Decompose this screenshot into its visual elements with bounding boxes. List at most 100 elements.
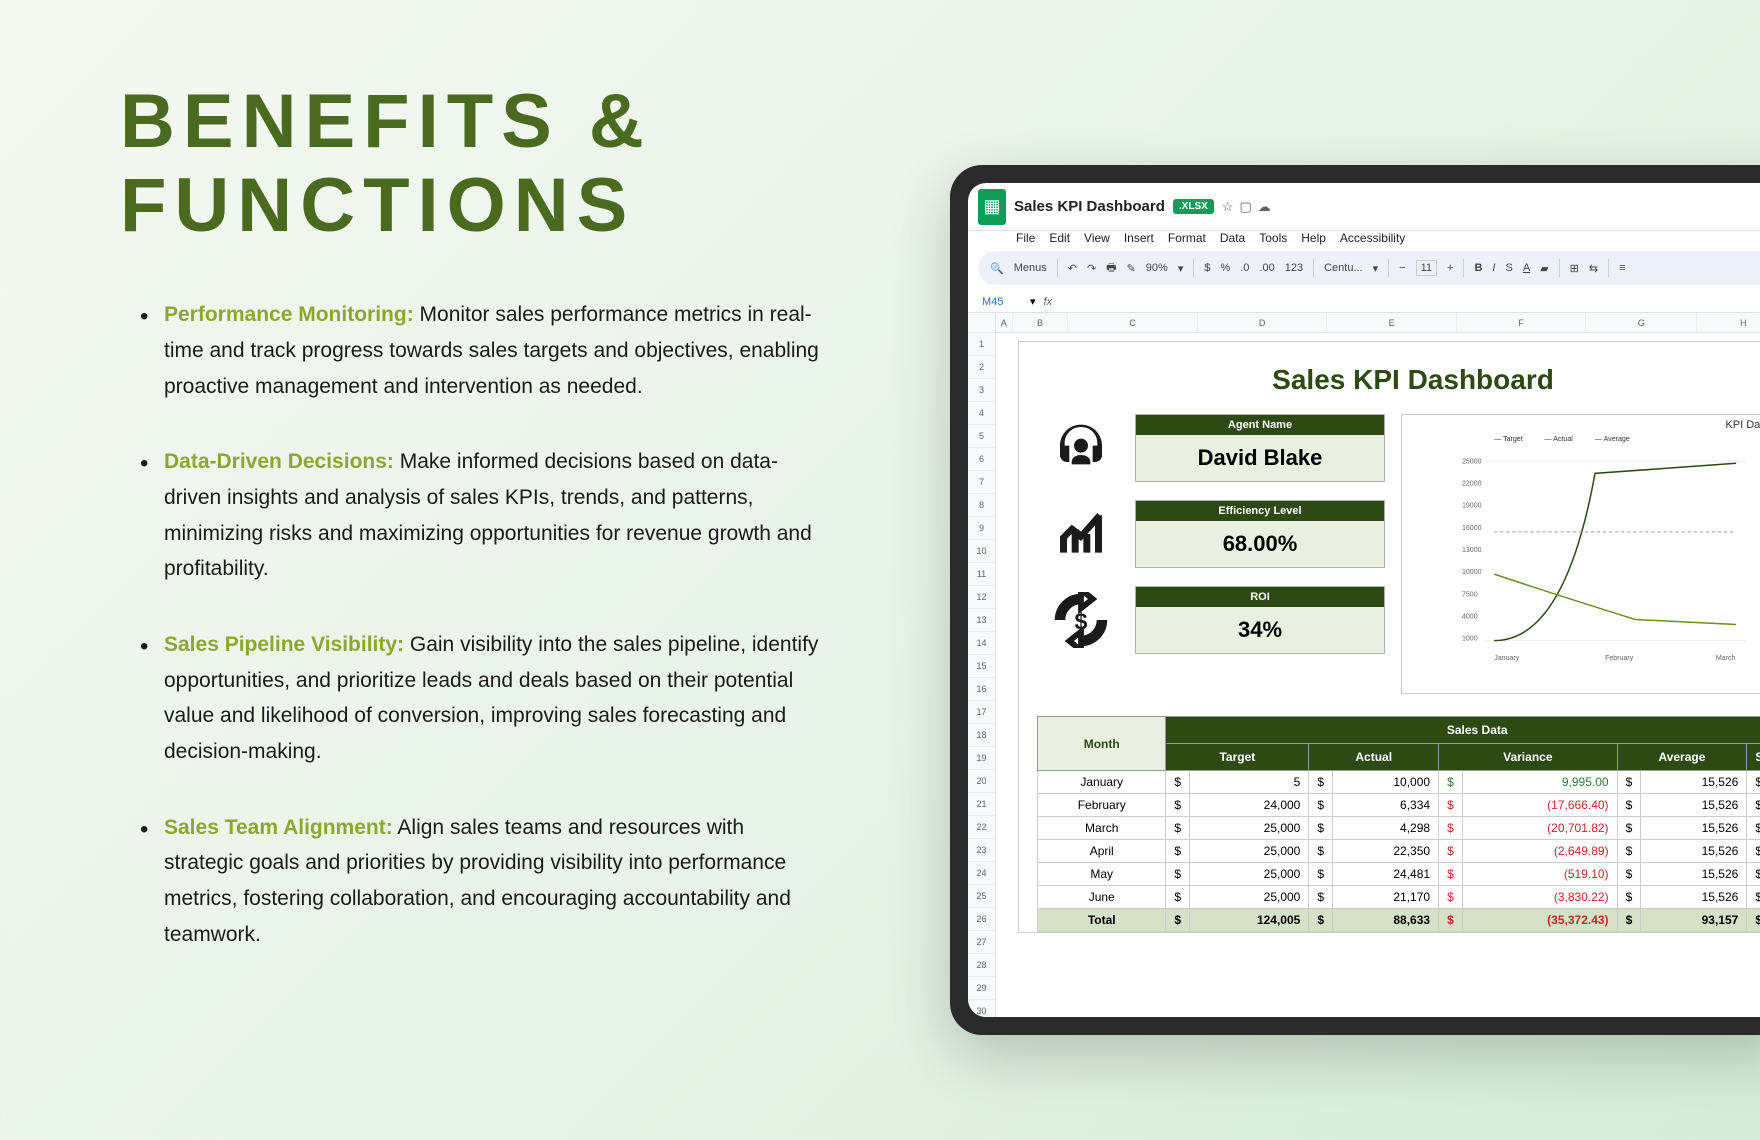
column-headers: ABCDEFGH bbox=[996, 313, 1760, 333]
chevron-down-icon[interactable]: ▾ bbox=[1030, 295, 1036, 308]
row-header[interactable]: 16 bbox=[968, 678, 995, 701]
text-color-icon[interactable]: A bbox=[1523, 262, 1530, 274]
column-header[interactable]: C bbox=[1068, 313, 1198, 332]
month-cell: June bbox=[1038, 886, 1166, 909]
row-header[interactable]: 7 bbox=[968, 471, 995, 494]
table-row[interactable]: May $25,000 $24,481 $(519.10) $15,526 $ bbox=[1038, 863, 1760, 886]
search-menus[interactable]: Menus bbox=[1014, 262, 1047, 274]
table-row[interactable]: June $25,000 $21,170 $(3,830.22) $15,526… bbox=[1038, 886, 1760, 909]
cloud-icon[interactable]: ☁ bbox=[1258, 199, 1271, 215]
row-header[interactable]: 19 bbox=[968, 747, 995, 770]
merge-icon[interactable]: ⇆ bbox=[1589, 262, 1598, 275]
menu-edit[interactable]: Edit bbox=[1049, 231, 1070, 245]
column-header[interactable]: E bbox=[1327, 313, 1457, 332]
menu-tools[interactable]: Tools bbox=[1259, 231, 1287, 245]
decrease-font-icon[interactable]: − bbox=[1399, 262, 1405, 274]
kpi-chart: KPI Dashb — Target — Actual — Average 25… bbox=[1401, 414, 1760, 694]
month-header: Month bbox=[1038, 717, 1166, 771]
currency-icon[interactable]: $ bbox=[1204, 262, 1210, 274]
chevron-down-icon[interactable]: ▾ bbox=[1373, 262, 1379, 275]
increase-font-icon[interactable]: + bbox=[1447, 262, 1453, 274]
italic-icon[interactable]: I bbox=[1492, 262, 1495, 274]
roi-icon: $ bbox=[1045, 588, 1117, 652]
kpi-value: 68.00% bbox=[1136, 521, 1384, 567]
tablet-screen: ▦ Sales KPI Dashboard .XLSX ☆ ▢ ☁ File E… bbox=[968, 183, 1760, 1017]
align-icon[interactable]: ≡ bbox=[1619, 262, 1625, 274]
row-header[interactable]: 13 bbox=[968, 609, 995, 632]
redo-icon[interactable]: ↷ bbox=[1087, 262, 1096, 275]
star-icon[interactable]: ☆ bbox=[1222, 199, 1234, 215]
row-header[interactable]: 11 bbox=[968, 563, 995, 586]
menu-insert[interactable]: Insert bbox=[1124, 231, 1154, 245]
undo-icon[interactable]: ↶ bbox=[1068, 262, 1077, 275]
column-header[interactable]: H bbox=[1697, 313, 1760, 332]
row-header[interactable]: 9 bbox=[968, 517, 995, 540]
sheets-header: ▦ Sales KPI Dashboard .XLSX ☆ ▢ ☁ bbox=[968, 183, 1760, 231]
row-header[interactable]: 29 bbox=[968, 977, 995, 1000]
sheets-logo-icon: ▦ bbox=[978, 189, 1006, 225]
fill-color-icon[interactable]: ▰ bbox=[1540, 262, 1548, 275]
table-row[interactable]: March $25,000 $4,298 $(20,701.82) $15,52… bbox=[1038, 817, 1760, 840]
table-row[interactable]: February $24,000 $6,334 $(17,666.40) $15… bbox=[1038, 794, 1760, 817]
kpi-efficiency: Efficiency Level 68.00% bbox=[1045, 500, 1385, 568]
menu-help[interactable]: Help bbox=[1301, 231, 1326, 245]
print-icon[interactable]: 🖶 bbox=[1106, 259, 1116, 278]
row-header[interactable]: 17 bbox=[968, 701, 995, 724]
column-header[interactable]: G bbox=[1586, 313, 1697, 332]
toolbar: 🔍 Menus ↶ ↷ 🖶 ✎ 90% ▾ $ % .0 .00 123 Cent… bbox=[978, 251, 1760, 285]
row-header[interactable]: 25 bbox=[968, 885, 995, 908]
row-header[interactable]: 5 bbox=[968, 425, 995, 448]
font-select[interactable]: Centu... bbox=[1324, 262, 1363, 274]
row-header[interactable]: 2 bbox=[968, 356, 995, 379]
strikethrough-icon[interactable]: S bbox=[1505, 262, 1512, 274]
row-header[interactable]: 18 bbox=[968, 724, 995, 747]
menu-format[interactable]: Format bbox=[1168, 231, 1206, 245]
move-icon[interactable]: ▢ bbox=[1239, 199, 1251, 215]
font-size-input[interactable]: 11 bbox=[1416, 260, 1437, 276]
row-header[interactable]: 23 bbox=[968, 839, 995, 862]
column-header[interactable]: F bbox=[1457, 313, 1587, 332]
table-row[interactable]: January $5 $10,000 $9,995.00 $15,526 $ bbox=[1038, 771, 1760, 794]
row-header[interactable]: 14 bbox=[968, 632, 995, 655]
chevron-down-icon[interactable]: ▾ bbox=[1178, 262, 1184, 275]
row-header[interactable]: 10 bbox=[968, 540, 995, 563]
row-header[interactable]: 12 bbox=[968, 586, 995, 609]
menu-file[interactable]: File bbox=[1016, 231, 1035, 245]
row-header[interactable]: 6 bbox=[968, 448, 995, 471]
row-header[interactable]: 27 bbox=[968, 931, 995, 954]
menu-data[interactable]: Data bbox=[1220, 231, 1245, 245]
row-header[interactable]: 8 bbox=[968, 494, 995, 517]
paint-format-icon[interactable]: ✎ bbox=[1127, 262, 1136, 275]
row-header[interactable]: 28 bbox=[968, 954, 995, 977]
search-icon[interactable]: 🔍 bbox=[990, 262, 1004, 275]
row-header[interactable]: 26 bbox=[968, 908, 995, 931]
menu-view[interactable]: View bbox=[1084, 231, 1110, 245]
row-header[interactable]: 21 bbox=[968, 793, 995, 816]
sales-data-table: MonthSales Data Target Actual Variance A… bbox=[1037, 716, 1760, 932]
document-title[interactable]: Sales KPI Dashboard bbox=[1014, 198, 1165, 215]
column-header[interactable]: D bbox=[1198, 313, 1328, 332]
percent-icon[interactable]: % bbox=[1220, 262, 1230, 274]
borders-icon[interactable]: ⊞ bbox=[1570, 262, 1579, 275]
column-header[interactable]: A bbox=[996, 313, 1013, 332]
kpi-value[interactable]: David Blake bbox=[1136, 435, 1384, 481]
row-header[interactable]: 30 bbox=[968, 1000, 995, 1017]
bold-icon[interactable]: B bbox=[1474, 262, 1482, 274]
name-box[interactable]: M45 bbox=[982, 296, 1022, 308]
svg-text:$: $ bbox=[1075, 608, 1088, 634]
row-header[interactable]: 4 bbox=[968, 402, 995, 425]
decrease-decimal-icon[interactable]: .0 bbox=[1240, 262, 1249, 274]
row-header[interactable]: 20 bbox=[968, 770, 995, 793]
number-format-select[interactable]: 123 bbox=[1285, 262, 1303, 274]
row-headers: 1234567891011121314151617181920212223242… bbox=[968, 313, 996, 1017]
row-header[interactable]: 24 bbox=[968, 862, 995, 885]
zoom-select[interactable]: 90% bbox=[1146, 262, 1168, 274]
menu-accessibility[interactable]: Accessibility bbox=[1340, 231, 1405, 245]
row-header[interactable]: 3 bbox=[968, 379, 995, 402]
row-header[interactable]: 22 bbox=[968, 816, 995, 839]
column-header[interactable]: B bbox=[1013, 313, 1069, 332]
table-row[interactable]: April $25,000 $22,350 $(2,649.89) $15,52… bbox=[1038, 840, 1760, 863]
increase-decimal-icon[interactable]: .00 bbox=[1259, 262, 1274, 274]
row-header[interactable]: 15 bbox=[968, 655, 995, 678]
row-header[interactable]: 1 bbox=[968, 333, 995, 356]
